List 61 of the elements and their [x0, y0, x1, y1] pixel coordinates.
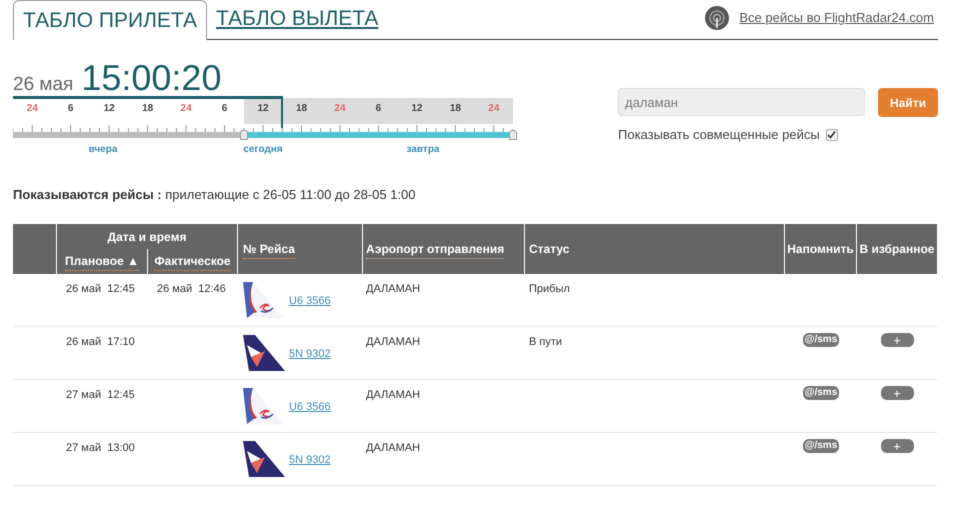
day-label: сегодня: [243, 143, 283, 157]
favorite-button[interactable]: +: [880, 439, 914, 453]
flight-link[interactable]: 5N 9302: [289, 346, 331, 362]
table-cell: 26 май 12:46: [157, 283, 226, 295]
hour-label: 24: [26, 104, 38, 116]
column-header: В избранное: [860, 241, 934, 258]
remind-button[interactable]: @/sms: [802, 386, 840, 400]
remind-button[interactable]: @/sms: [802, 333, 840, 347]
hour-label: 18: [142, 104, 154, 116]
group-header: Дата и время: [108, 228, 186, 246]
table-cell: ДАЛАМАН: [366, 389, 420, 401]
table-cell: ДАЛАМАН: [366, 336, 420, 348]
search-field[interactable]: даламан: [618, 88, 865, 116]
summary-text: Показываются рейсы : прилетающие с 26-05 11:00 до 28-05 1:00: [13, 187, 416, 202]
table-cell: 27 май 12:45: [66, 389, 135, 401]
hour-label: 18: [296, 104, 308, 116]
hour-label: 24: [180, 104, 192, 116]
combined-flights-checkbox[interactable]: [826, 128, 838, 141]
column-header: Статус: [529, 241, 570, 258]
table-cell: 26 май 17:10: [66, 336, 135, 348]
flight-link[interactable]: 5N 9302: [289, 452, 331, 468]
hour-label: 12: [257, 104, 269, 116]
remind-button[interactable]: @/sms: [802, 439, 840, 453]
flight-link[interactable]: U6 3566: [289, 293, 331, 310]
table-cell: Прибыл: [529, 283, 570, 295]
current-date: 26 мая: [13, 75, 74, 94]
airplane-tail-icon: [243, 388, 285, 424]
hour-label: 24: [488, 104, 500, 116]
hour-label: 6: [68, 104, 74, 116]
tab[interactable]: ТАБЛО ПРИЛЕТА: [13, 0, 207, 40]
table-cell: ДАЛАМАН: [366, 442, 420, 454]
hour-label: 12: [104, 104, 115, 116]
favorite-button[interactable]: +: [880, 333, 914, 347]
hour-label: 12: [411, 104, 422, 116]
airplane-tail-icon: [243, 335, 285, 371]
column-header[interactable]: Фактическое: [154, 252, 231, 271]
table-cell: 26 май 12:45: [66, 283, 135, 295]
day-label: вчера: [88, 143, 118, 157]
flightradar-link[interactable]: Все рейсы во FlightRadar24.com: [739, 8, 934, 28]
table-cell: В пути: [529, 336, 562, 348]
column-header[interactable]: № Рейса: [243, 240, 295, 258]
table-cell: ДАЛАМАН: [366, 283, 420, 295]
table-cell: 27 май 13:00: [66, 442, 135, 454]
checkbox-label: Показывать совмещенные рейсы: [618, 126, 820, 144]
hour-label: 6: [376, 104, 382, 116]
range-handle[interactable]: [509, 130, 517, 140]
airplane-tail-icon: [243, 441, 285, 477]
search-button[interactable]: Найти: [878, 88, 938, 117]
hour-label: 18: [450, 104, 461, 116]
current-time: 15:00:20: [81, 60, 222, 96]
flight-link[interactable]: U6 3566: [289, 399, 331, 416]
column-header: Напомнить: [787, 241, 854, 258]
column-header[interactable]: Плановое ▲: [65, 252, 139, 271]
day-label: завтра: [406, 143, 440, 157]
hour-label: 6: [222, 104, 228, 116]
airplane-tail-icon: [243, 282, 285, 318]
tab[interactable]: ТАБЛО ВЫЛЕТА: [207, 0, 388, 39]
column-header[interactable]: Аэропорт отправления: [366, 240, 504, 258]
favorite-button[interactable]: +: [880, 386, 914, 400]
hour-label: 24: [334, 104, 346, 116]
radar-icon: [705, 6, 730, 30]
